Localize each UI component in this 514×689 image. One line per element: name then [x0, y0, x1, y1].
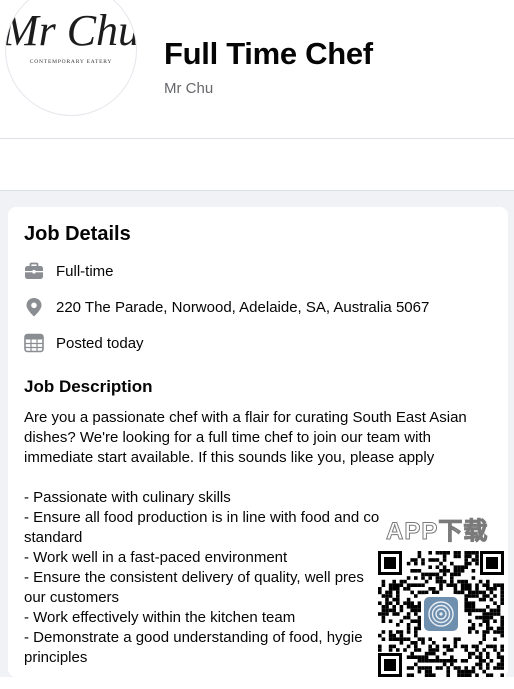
qr-code[interactable] — [376, 549, 506, 679]
location-pin-icon — [24, 297, 44, 317]
description-line — [24, 468, 494, 488]
company-logo-avatar[interactable]: Mr Chu CONTEMPORARY EATERY — [5, 0, 137, 116]
briefcase-icon — [24, 261, 44, 281]
detail-row-location: 220 The Parade, Norwood, Adelaide, SA, A… — [24, 295, 429, 319]
posted-date-text: Posted today — [56, 334, 144, 352]
location-text[interactable]: 220 The Parade, Norwood, Adelaide, SA, A… — [56, 299, 429, 316]
job-description-title: Job Description — [24, 377, 153, 396]
logo-script: Mr Chu — [6, 6, 136, 55]
description-line: dishes? We're looking for a full time ch… — [24, 429, 431, 446]
calendar-icon — [24, 333, 44, 353]
page-title: Full Time Chef — [164, 36, 373, 71]
fingerprint-icon — [424, 597, 458, 631]
company-name-link[interactable]: Mr Chu — [164, 80, 213, 97]
logo-tagline: CONTEMPORARY EATERY — [30, 59, 112, 65]
detail-row-employment-type: Full-time — [24, 259, 114, 283]
employment-type-text: Full-time — [56, 262, 114, 280]
job-header: Mr Chu CONTEMPORARY EATERY Full Time Che… — [0, 0, 514, 139]
app-download-label[interactable]: APP下载 — [385, 511, 488, 546]
qr-code-image — [376, 549, 506, 679]
description-line: Are you a passionate chef with a flair f… — [24, 409, 467, 426]
company-logo: Mr Chu CONTEMPORARY EATERY — [6, 6, 136, 65]
action-strip — [0, 139, 514, 191]
description-line: immediate start available. If this sound… — [24, 449, 435, 466]
app-download-overlay[interactable]: APP下载 — [374, 511, 508, 683]
description-line: - Passionate with culinary skills — [24, 489, 231, 506]
job-details-title: Job Details — [24, 223, 131, 245]
detail-row-posted: Posted today — [24, 331, 144, 355]
